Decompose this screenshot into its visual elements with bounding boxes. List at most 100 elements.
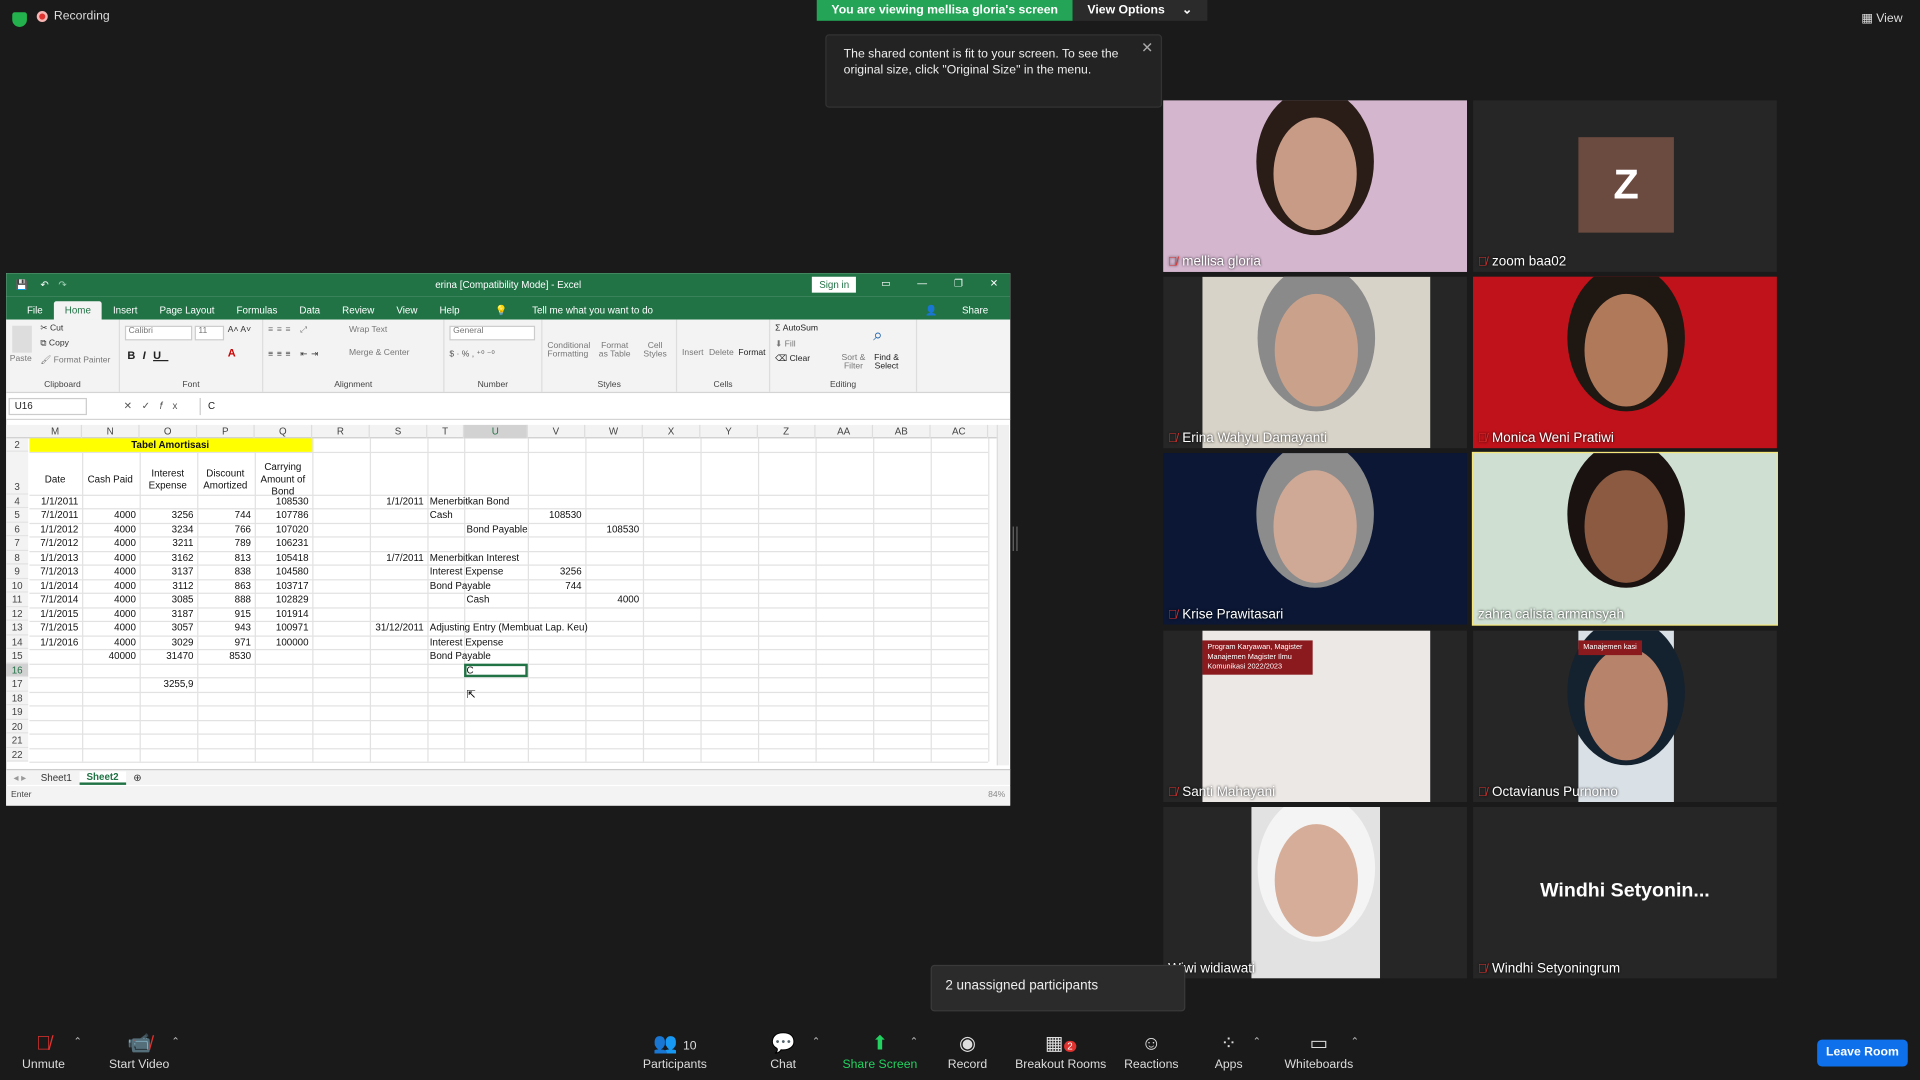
cut-button[interactable]: Cut [50,324,63,333]
table-cell[interactable]: 766 [197,523,255,536]
column-header[interactable]: U [464,424,528,439]
table-cell[interactable]: 744 [197,508,255,523]
journal-date[interactable]: 31/12/2011 [370,621,428,636]
align-icons[interactable]: ≡≡≡ ⤢ [268,326,311,336]
participant-tile[interactable]: Windhi Setyonin... 🎙̸ Windhi Setyoningrum [1473,806,1777,979]
share-button[interactable]: 👤 Share [903,301,1010,319]
worksheet-grid[interactable]: M N O P Q R S T U V W X Y Z AA AB AC 2 3 4 5 6 7 8 9 10 11 12 13 14 1… [6,424,1010,768]
row-header[interactable]: 12 [6,607,29,621]
table-cell[interactable]: 3234 [140,523,198,536]
participant-tile[interactable]: 🎙̸ mellisa gloria [1163,100,1467,272]
leave-room-button[interactable]: Leave Room [1817,1039,1908,1067]
table-cell[interactable]: 7/1/2011 [29,508,82,523]
apps-button[interactable]: ⁘ Apps [1215,1031,1243,1071]
table-title[interactable]: Tabel Amortisasi [29,438,313,452]
row-header[interactable]: 13 [6,620,29,636]
row-header[interactable]: 2 [6,438,29,452]
table-cell[interactable]: 863 [197,579,255,592]
tab-data[interactable]: Data [288,301,331,319]
table-cell[interactable]: 100000 [255,636,313,649]
name-box[interactable]: U16 [8,397,87,415]
column-header[interactable]: AA [816,424,874,439]
tab-help[interactable]: Help [428,301,470,319]
table-cell[interactable]: 100971 [255,621,313,636]
paste-icon[interactable] [12,325,32,353]
row-header[interactable]: 19 [6,705,29,721]
table-cell[interactable]: 3085 [140,593,198,608]
formula-bar-icons[interactable]: ✕✓𝑓x [124,400,188,412]
table-cell[interactable]: 813 [197,551,255,564]
row-header[interactable]: 16 [6,663,29,678]
table-cell[interactable]: 888 [197,593,255,608]
column-header[interactable]: Z [758,424,816,439]
table-cell[interactable]: 7/1/2012 [29,536,82,551]
participant-tile[interactable]: Manajemen kasi 🎙̸ Octavianus Purnomo [1473,630,1777,803]
unassigned-participants-popup[interactable]: 2 unassigned participants [930,964,1186,1012]
recording-indicator[interactable]: Recording [36,10,110,23]
find-select-button[interactable]: Find & Select [868,354,905,371]
vertical-scrollbar[interactable] [996,424,1009,766]
table-cell[interactable]: 4000 [82,536,140,551]
journal-entry[interactable]: Menerbitkan Interest [427,551,643,564]
table-cell[interactable]: 106231 [255,536,313,551]
close-icon[interactable]: ✕ [990,278,998,289]
table-cell[interactable]: 8530 [197,649,255,664]
journal-entry[interactable]: Menerbitkan Bond [427,495,643,508]
table-cell[interactable]: 4000 [82,551,140,564]
tab-review[interactable]: Review [331,301,385,319]
chevron-up-icon[interactable]: ⌃ [910,1036,918,1047]
delete-button[interactable]: Delete [709,349,734,358]
participant-tile[interactable]: 🎙̸ Erina Wahyu Damayanti [1163,276,1467,449]
autosum-button[interactable]: AutoSum [783,324,818,333]
column-header[interactable]: S [370,424,428,439]
tab-home[interactable]: Home [53,301,102,320]
table-header[interactable]: Discount Amortized [197,452,255,508]
journal-entry[interactable]: Bond Payable [427,649,643,664]
table-cell[interactable]: 3029 [140,636,198,649]
journal-entry[interactable]: Cash [464,593,700,608]
table-cell[interactable]: 3162 [140,551,198,564]
participant-tile[interactable]: Program Karyawan, Magister Manajemen Mag… [1163,630,1467,803]
column-header[interactable]: X [643,424,701,439]
journal-entry[interactable]: Bond Payable [464,523,700,536]
share-screen-button[interactable]: ⬆ Share Screen [842,1031,917,1071]
table-header[interactable]: Interest Expense [140,452,198,508]
row-header[interactable]: 21 [6,733,29,749]
row-header[interactable]: 22 [6,748,29,762]
sheet-nav-arrows[interactable]: ◂ ▸ [6,772,33,783]
column-header[interactable]: T [427,424,465,439]
sheet-tab-sheet2[interactable]: Sheet2 [79,770,126,785]
zoom-level[interactable]: 84% [988,791,1005,800]
sort-filter-button[interactable]: Sort & Filter [839,354,868,371]
sheet-tab-sheet1[interactable]: Sheet1 [33,772,79,783]
column-header[interactable]: R [312,424,370,439]
participant-tile[interactable]: zahra calista armansyah [1471,451,1778,626]
formula-input[interactable]: C [199,397,1010,415]
participant-tile[interactable]: Wiwi widiawati [1163,806,1467,979]
font-name-select[interactable]: Calibri [124,325,193,341]
journal-entry[interactable]: Interest Expense [427,636,643,649]
row-header[interactable]: 15 [6,648,29,664]
number-format-icons[interactable]: $ · % , ⁺⁰ ⁻⁰ [449,349,494,359]
font-color-icon[interactable]: A [228,347,236,359]
row-header[interactable]: 7 [6,536,29,552]
table-cell[interactable]: 4000 [82,607,140,620]
table-cell[interactable]: 4000 [82,564,140,579]
table-cell[interactable]: 31470 [140,649,198,664]
row-header[interactable]: 14 [6,635,29,649]
chevron-up-icon[interactable]: ⌃ [812,1036,820,1047]
table-cell[interactable]: 7/1/2015 [29,621,82,636]
chevron-up-icon[interactable]: ⌃ [73,1036,81,1047]
table-cell[interactable]: 101914 [255,607,313,620]
table-cell[interactable]: 3057 [140,621,198,636]
sign-in-button[interactable]: Sign in [811,276,857,293]
table-cell[interactable]: 102829 [255,593,313,608]
row-header[interactable]: 17 [6,677,29,692]
row-header[interactable]: 20 [6,720,29,734]
table-cell[interactable]: 108530 [255,495,313,508]
restore-icon[interactable]: ❐ [954,278,963,289]
table-cell[interactable]: 4000 [82,508,140,523]
column-header[interactable]: N [82,424,140,439]
table-cell[interactable]: 4000 [82,579,140,592]
column-header[interactable]: W [585,424,643,439]
